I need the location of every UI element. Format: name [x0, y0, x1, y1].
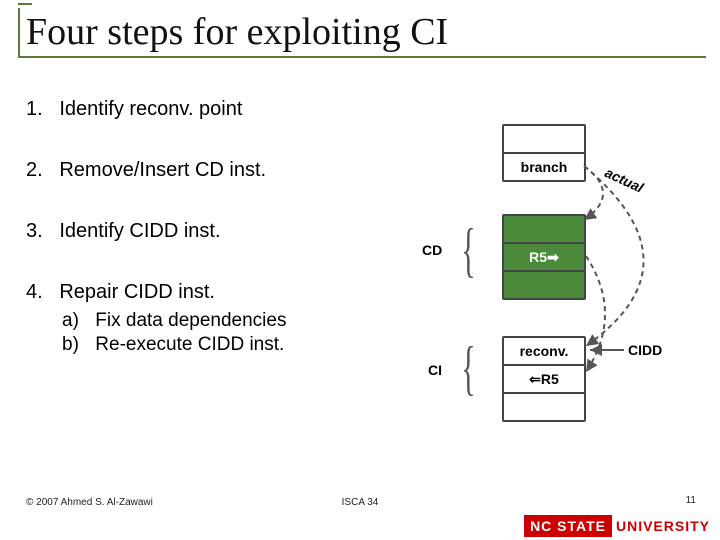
pipeline-diagram: branch R5➡ reconv. ⇐R5 actual CD CI CIDD…: [372, 124, 702, 424]
ncstate-box: NC STATE: [524, 515, 612, 537]
step-2: 2. Remove/Insert CD inst.: [26, 159, 286, 182]
step-num: 1.: [26, 98, 43, 120]
sub-b: b) Re-execute CIDD inst.: [62, 334, 286, 356]
step-text: Repair CIDD inst.: [59, 281, 215, 303]
box-blank-top: [502, 124, 586, 154]
page-title: Four steps for exploiting CI: [26, 8, 706, 56]
step-1: 1. Identify reconv. point: [26, 98, 286, 121]
box-blank-bottom: [502, 392, 586, 422]
r5-out-label: R5➡: [529, 249, 559, 265]
steps-list: 1. Identify reconv. point 2. Remove/Inse…: [26, 98, 286, 356]
step-num: 2.: [26, 159, 43, 181]
sub-a: a) Fix data dependencies: [62, 310, 286, 332]
step-text: Remove/Insert CD inst.: [59, 159, 266, 181]
r5-in-label: ⇐R5: [529, 371, 559, 387]
ncstate-brand: NC STATEUNIVERSITY: [524, 518, 720, 534]
university-label: UNIVERSITY: [612, 518, 720, 534]
sub-key: a): [62, 310, 90, 332]
copyright: © 2007 Ahmed S. Al-Zawawi: [26, 497, 153, 508]
step-num: 4.: [26, 281, 43, 303]
cidd-label: CIDD: [628, 342, 662, 358]
cd-label: CD: [422, 242, 442, 258]
slide: Four steps for exploiting CI 1. Identify…: [0, 0, 720, 540]
sub-text: Fix data dependencies: [95, 310, 286, 331]
step-4: 4. Repair CIDD inst.: [26, 281, 286, 304]
sub-key: b): [62, 334, 90, 356]
box-branch: branch: [502, 152, 586, 182]
box-cd-1: [502, 214, 586, 244]
box-cd-2: R5➡: [502, 242, 586, 272]
sub-text: Re-execute CIDD inst.: [95, 334, 284, 355]
box-cd-3: [502, 270, 586, 300]
brace-cd-icon: {: [461, 216, 475, 285]
title-bar: Four steps for exploiting CI: [18, 8, 706, 58]
box-r5-in: ⇐R5: [502, 364, 586, 394]
sub-list: a) Fix data dependencies b) Re-execute C…: [62, 310, 286, 356]
actual-label: actual: [603, 164, 646, 196]
step-text: Identify CIDD inst.: [59, 220, 220, 242]
conference-label: ISCA 34: [342, 497, 379, 508]
page-number: 11: [686, 495, 696, 506]
step-3: 3. Identify CIDD inst.: [26, 220, 286, 243]
ci-label: CI: [428, 362, 442, 378]
box-reconv: reconv.: [502, 336, 586, 366]
step-num: 3.: [26, 220, 43, 242]
step-text: Identify reconv. point: [59, 98, 242, 120]
brace-ci-icon: {: [461, 334, 475, 403]
